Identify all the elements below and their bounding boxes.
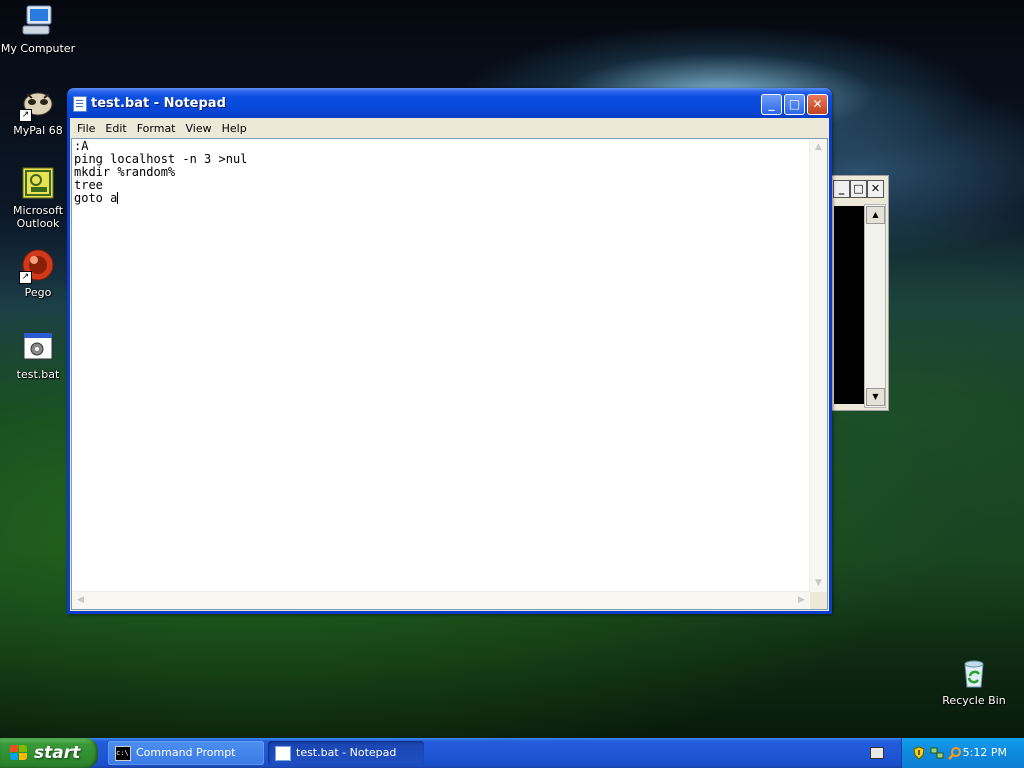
console-minimize-button[interactable]: _ <box>833 180 850 198</box>
desktop-icon-test-bat[interactable]: test.bat <box>0 330 76 381</box>
desktop-icon-outlook[interactable]: Microsoft Outlook <box>0 166 76 230</box>
notepad-client-area: File Edit Format View Help :A ping localh… <box>70 118 829 611</box>
desktop-icon-my-computer[interactable]: My Computer <box>0 4 76 55</box>
desktop-icon-recycle-bin[interactable]: Recycle Bin <box>936 656 1012 707</box>
scroll-corner <box>810 592 827 609</box>
desktop-icon-label: Microsoft Outlook <box>12 204 64 230</box>
console-scroll-up-button[interactable]: ▲ <box>866 206 885 224</box>
recycle-bin-icon <box>957 656 991 690</box>
maximize-button[interactable]: □ <box>784 94 805 115</box>
search-icon[interactable] <box>948 745 962 760</box>
desktop-icon-label: MyPal 68 <box>13 124 63 137</box>
horizontal-scrollbar[interactable]: ◀ ▶ <box>72 591 810 609</box>
text-caret <box>117 192 119 204</box>
window-title: test.bat - Notepad <box>91 96 226 111</box>
scroll-right-button[interactable]: ▶ <box>793 592 810 609</box>
console-close-button[interactable]: ✕ <box>867 180 884 198</box>
menu-format[interactable]: Format <box>132 122 181 135</box>
notepad-window[interactable]: test.bat - Notepad _ □ ✕ File Edit Forma… <box>67 88 832 614</box>
pego-icon: ↗ <box>19 248 55 284</box>
menu-bar: File Edit Format View Help <box>70 118 829 138</box>
taskbar-item-command-prompt[interactable]: c:\ Command Prompt <box>108 741 264 765</box>
editor-line: mkdir %random% <box>74 165 176 179</box>
scroll-up-button[interactable]: ▲ <box>810 139 827 156</box>
outlook-icon <box>21 166 55 200</box>
system-tray: 5:12 PM <box>901 738 1024 768</box>
scroll-down-button[interactable]: ▼ <box>810 575 827 592</box>
editor-line-current: goto a <box>74 192 809 205</box>
menu-edit[interactable]: Edit <box>100 122 131 135</box>
editor-content[interactable]: :A ping localhost -n 3 >nul mkdir %random%… <box>74 140 809 592</box>
taskbar-item-notepad[interactable]: test.bat - Notepad <box>268 741 424 765</box>
menu-file[interactable]: File <box>72 122 100 135</box>
mypal-icon: ↗ <box>19 86 55 122</box>
notepad-icon <box>73 96 87 112</box>
taskbar-item-label: test.bat - Notepad <box>296 746 397 759</box>
batch-file-icon <box>21 330 55 364</box>
menu-help[interactable]: Help <box>217 122 252 135</box>
desktop-icon-pego[interactable]: ↗ Pego <box>0 248 76 299</box>
clock[interactable]: 5:12 PM <box>963 746 1007 759</box>
start-button[interactable]: start <box>0 738 98 768</box>
notepad-title-bar[interactable]: test.bat - Notepad _ □ ✕ <box>67 88 832 118</box>
menu-view[interactable]: View <box>181 122 217 135</box>
text-editor[interactable]: :A ping localhost -n 3 >nul mkdir %random%… <box>71 138 828 610</box>
desktop-icon-mypal[interactable]: ↗ MyPal 68 <box>0 86 76 137</box>
close-button[interactable]: ✕ <box>807 94 828 115</box>
console-scroll-down-button[interactable]: ▼ <box>866 388 885 406</box>
console-vertical-scrollbar[interactable]: ▲ ▼ <box>864 204 886 408</box>
command-prompt-icon: c:\ <box>115 746 131 761</box>
vertical-scrollbar[interactable]: ▲ ▼ <box>809 139 827 592</box>
keyboard-layout-icon[interactable] <box>870 747 884 759</box>
shortcut-arrow-icon: ↗ <box>19 271 32 284</box>
notepad-icon <box>275 746 291 761</box>
console-maximize-button[interactable]: □ <box>850 180 867 198</box>
taskbar-item-label: Command Prompt <box>136 746 236 759</box>
command-prompt-window[interactable]: _ □ ✕ ▲ ▼ <box>832 175 889 411</box>
my-computer-icon <box>21 4 55 38</box>
desktop-icon-label: My Computer <box>0 42 76 55</box>
editor-line: tree <box>74 178 103 192</box>
start-label: start <box>34 743 81 763</box>
security-shield-icon[interactable] <box>912 745 926 760</box>
network-icon[interactable] <box>930 745 944 759</box>
console-output-area <box>834 206 864 404</box>
editor-line-text: goto a <box>74 191 118 205</box>
desktop-icon-label: test.bat <box>16 368 60 381</box>
desktop-icon-label: Pego <box>24 286 52 299</box>
editor-line: ping localhost -n 3 >nul <box>74 152 248 166</box>
desktop-icon-label: Recycle Bin <box>942 694 1006 707</box>
shortcut-arrow-icon: ↗ <box>19 109 32 122</box>
scroll-left-button[interactable]: ◀ <box>72 592 89 609</box>
minimize-button[interactable]: _ <box>761 94 782 115</box>
windows-flag-icon <box>10 745 28 761</box>
